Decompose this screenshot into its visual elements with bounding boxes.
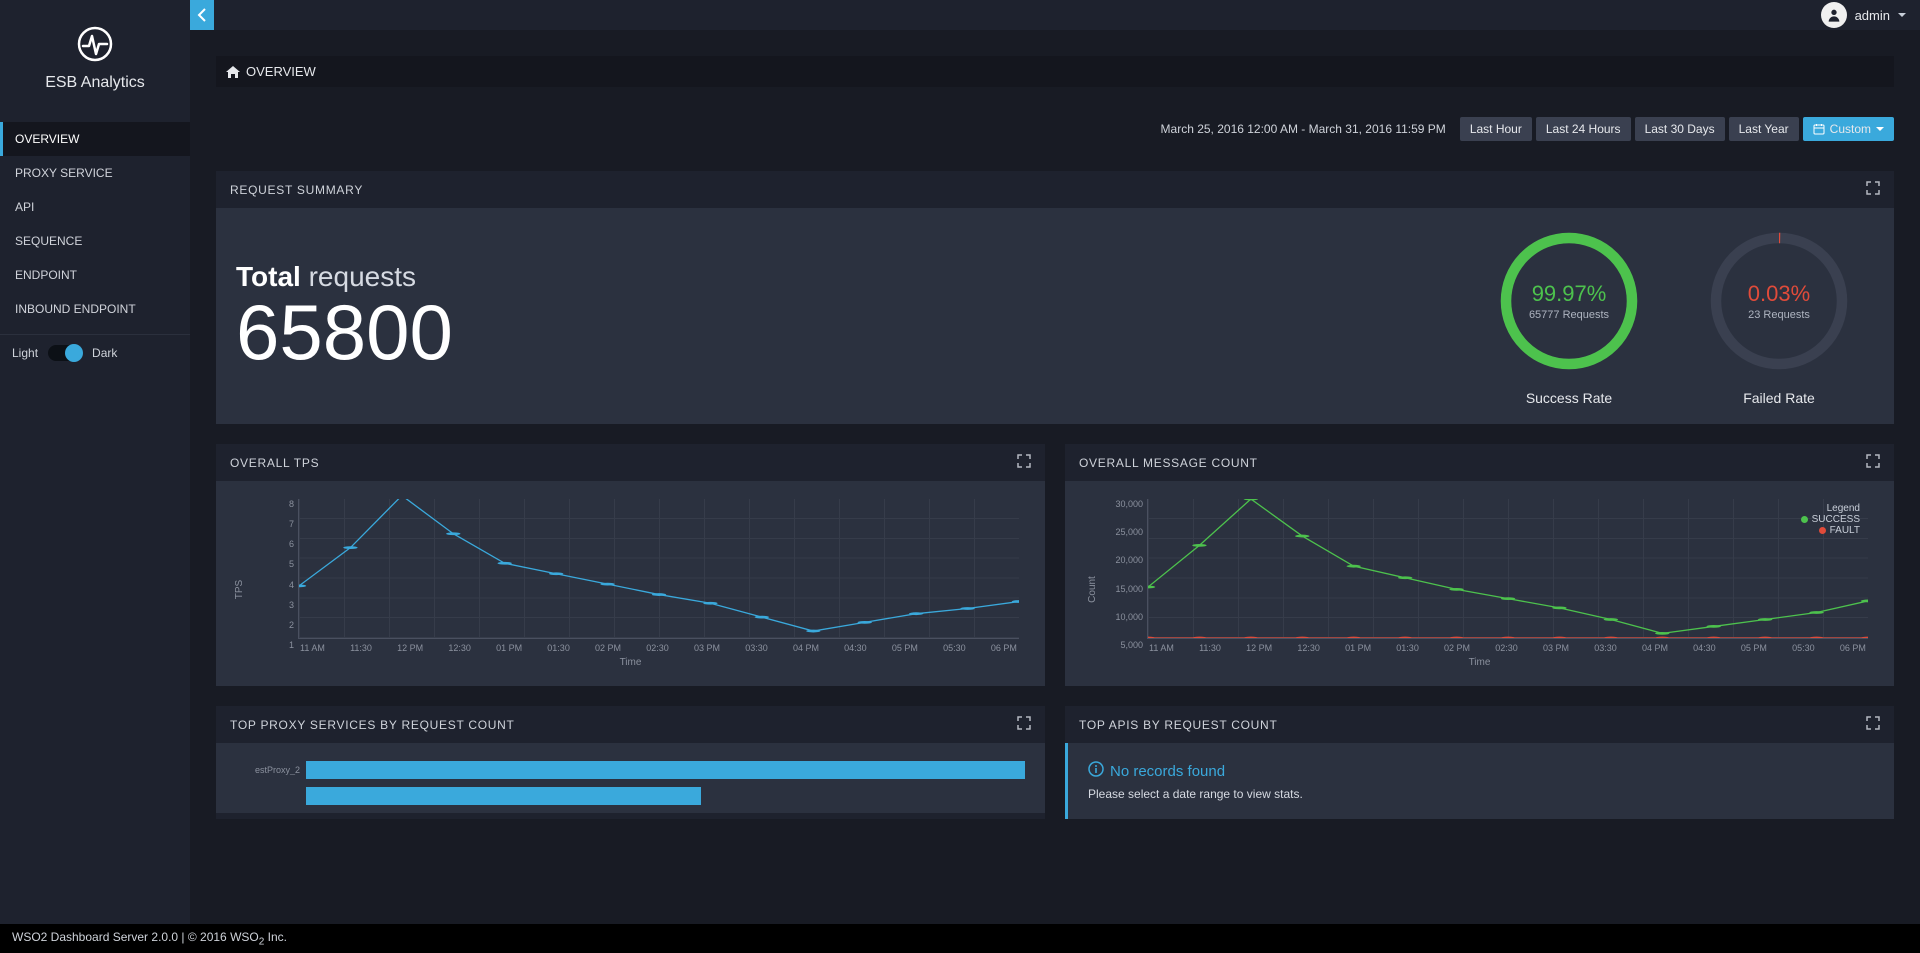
sidebar-item-sequence[interactable]: SEQUENCE: [0, 224, 190, 258]
range-last-hour-button[interactable]: Last Hour: [1460, 117, 1532, 141]
content: OVERVIEW March 25, 2016 12:00 AM - March…: [190, 30, 1920, 953]
legend-title: Legend: [1801, 503, 1860, 514]
card-title: OVERALL MESSAGE COUNT: [1079, 456, 1258, 470]
card-title: TOP PROXY SERVICES BY REQUEST COUNT: [230, 718, 515, 732]
no-records-sub: Please select a date range to view stats…: [1088, 787, 1874, 801]
logo-icon: [75, 24, 115, 64]
footer: WSO2 Dashboard Server 2.0.0 | © 2016 WSO…: [0, 924, 1920, 953]
range-custom-button[interactable]: Custom: [1803, 117, 1894, 141]
expand-icon[interactable]: [1017, 454, 1031, 471]
theme-toggle[interactable]: [48, 345, 82, 361]
x-ticks: 11 AM11:3012 PM12:3001 PM01:3002 PM02:30…: [1147, 643, 1868, 653]
sidebar-item-label: PROXY SERVICE: [15, 166, 113, 180]
range-last-30d-button[interactable]: Last 30 Days: [1635, 117, 1725, 141]
date-range-buttons: Last Hour Last 24 Hours Last 30 Days Las…: [1460, 117, 1894, 141]
range-last-24h-button[interactable]: Last 24 Hours: [1536, 117, 1631, 141]
overall-message-count-card: OVERALL MESSAGE COUNT Count 30,00025,000…: [1065, 444, 1894, 686]
chevron-down-icon: [1876, 127, 1884, 131]
footer-brand: WSO: [230, 930, 259, 944]
date-range-text: March 25, 2016 12:00 AM - March 31, 2016…: [1161, 122, 1446, 136]
sidebar-collapse-button[interactable]: [190, 0, 214, 30]
sidebar: ESB Analytics OVERVIEW PROXY SERVICE API…: [0, 0, 190, 953]
avatar-icon: [1821, 2, 1847, 28]
x-ticks: 11 AM11:3012 PM12:3001 PM01:3002 PM02:30…: [298, 643, 1019, 653]
chevron-down-icon: [1898, 13, 1906, 17]
footer-suffix: Inc.: [264, 930, 287, 944]
sidebar-header: ESB Analytics: [0, 0, 190, 108]
success-pct: 99.97%: [1532, 281, 1607, 307]
legend-fault: FAULT: [1830, 525, 1860, 536]
success-sub: 65777 Requests: [1529, 309, 1609, 321]
total-requests-value: 65800: [236, 293, 453, 371]
success-gauge: 99.97% 65777 Requests Success Rate: [1494, 226, 1644, 406]
expand-icon[interactable]: [1017, 716, 1031, 733]
info-icon: [1088, 761, 1104, 781]
range-custom-label: Custom: [1830, 122, 1871, 136]
chevron-left-icon: [197, 8, 207, 22]
sidebar-item-label: SEQUENCE: [15, 234, 82, 248]
legend-success: SUCCESS: [1812, 514, 1860, 525]
sidebar-nav: OVERVIEW PROXY SERVICE API SEQUENCE ENDP…: [0, 122, 190, 326]
expand-icon[interactable]: [1866, 454, 1880, 471]
app-title: ESB Analytics: [10, 74, 180, 92]
failed-gauge: 0.03% 23 Requests Failed Rate: [1704, 226, 1854, 406]
legend: Legend SUCCESS FAULT: [1801, 503, 1860, 536]
sidebar-item-overview[interactable]: OVERVIEW: [0, 122, 190, 156]
sidebar-item-label: OVERVIEW: [15, 132, 79, 146]
footer-prefix: WSO2 Dashboard Server 2.0.0 | © 2016: [12, 930, 230, 944]
home-icon: [226, 66, 240, 78]
range-last-year-button[interactable]: Last Year: [1729, 117, 1799, 141]
calendar-icon: [1813, 123, 1825, 135]
expand-icon[interactable]: [1866, 181, 1880, 198]
x-axis-label: Time: [236, 657, 1025, 668]
request-summary-card: REQUEST SUMMARY Total requests 65800: [216, 171, 1894, 424]
card-title: REQUEST SUMMARY: [230, 183, 363, 197]
breadcrumb-label: OVERVIEW: [246, 64, 316, 79]
y-ticks: 30,00025,00020,00015,00010,0005,000: [1113, 499, 1143, 650]
breadcrumb[interactable]: OVERVIEW: [216, 56, 1894, 87]
y-axis-label: TPS: [234, 579, 245, 598]
no-records-text: No records found: [1110, 763, 1225, 780]
card-title: TOP APIS BY REQUEST COUNT: [1079, 718, 1278, 732]
card-title: OVERALL TPS: [230, 456, 319, 470]
failed-sub: 23 Requests: [1748, 309, 1810, 321]
user-name: admin: [1855, 8, 1890, 23]
top-apis-card: TOP APIS BY REQUEST COUNT No records fou…: [1065, 706, 1894, 819]
sidebar-item-label: ENDPOINT: [15, 268, 77, 282]
sidebar-item-label: API: [15, 200, 34, 214]
theme-light-label: Light: [12, 346, 38, 360]
message-count-chart: Count 30,00025,00020,00015,00010,0005,00…: [1085, 499, 1874, 668]
sidebar-item-proxy-service[interactable]: PROXY SERVICE: [0, 156, 190, 190]
expand-icon[interactable]: [1866, 716, 1880, 733]
top-proxy-card: TOP PROXY SERVICES BY REQUEST COUNT estP…: [216, 706, 1045, 819]
sidebar-item-endpoint[interactable]: ENDPOINT: [0, 258, 190, 292]
failed-label: Failed Rate: [1704, 390, 1854, 406]
theme-toggle-row: Light Dark: [0, 334, 190, 371]
success-label: Success Rate: [1494, 390, 1644, 406]
tps-chart: TPS 87654321 11 AM11:3012 PM12:3001 PM01…: [236, 499, 1025, 668]
y-axis-label: Count: [1087, 576, 1098, 603]
user-menu[interactable]: admin: [1821, 2, 1920, 28]
x-axis-label: Time: [1085, 657, 1874, 668]
date-range-row: March 25, 2016 12:00 AM - March 31, 2016…: [216, 117, 1894, 141]
theme-dark-label: Dark: [92, 346, 117, 360]
topbar: admin: [190, 0, 1920, 30]
sidebar-item-api[interactable]: API: [0, 190, 190, 224]
y-ticks: 87654321: [264, 499, 294, 650]
proxy-bars: estProxy_2: [236, 757, 1025, 809]
sidebar-item-label: INBOUND ENDPOINT: [15, 302, 136, 316]
sidebar-item-inbound-endpoint[interactable]: INBOUND ENDPOINT: [0, 292, 190, 326]
overall-tps-card: OVERALL TPS TPS 87654321 11 AM11:3012 PM…: [216, 444, 1045, 686]
failed-pct: 0.03%: [1748, 281, 1810, 307]
